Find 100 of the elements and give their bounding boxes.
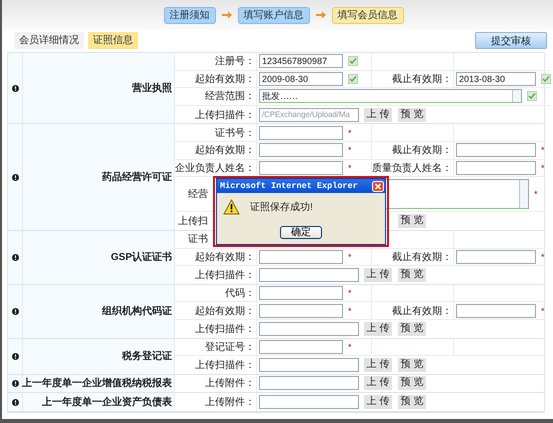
- input-field[interactable]: [259, 250, 343, 264]
- required-mark: *: [348, 288, 352, 298]
- upload-button[interactable]: 上 传: [364, 108, 392, 122]
- section-title: 组织机构代码证: [102, 304, 172, 318]
- check-icon: [348, 56, 358, 66]
- info-icon: [12, 380, 18, 387]
- input-field[interactable]: 2013-08-30: [456, 72, 536, 86]
- input-field[interactable]: [259, 286, 343, 300]
- field-label: 代码：: [225, 287, 255, 300]
- field-label: 截止有效期：: [392, 72, 452, 86]
- input-field[interactable]: [259, 268, 359, 282]
- upload-button[interactable]: 预 览: [398, 376, 426, 390]
- upload-button[interactable]: 预 览: [398, 395, 426, 410]
- input-field[interactable]: [259, 143, 343, 158]
- dialog-title: Microsoft Internet Explorer: [220, 181, 358, 191]
- section-title: 上一年度单一企业增值税纳税报表: [22, 376, 172, 390]
- close-icon[interactable]: [372, 180, 384, 192]
- field-label: 上传扫描件：: [195, 268, 255, 282]
- required-mark: *: [534, 189, 538, 200]
- input-field[interactable]: [456, 143, 536, 158]
- field-label: 注册号：: [215, 54, 255, 68]
- required-mark: *: [541, 306, 545, 316]
- input-field[interactable]: [456, 304, 536, 318]
- field-label: 起始有效期：: [195, 304, 255, 318]
- input-field[interactable]: 1234567890987: [259, 54, 343, 68]
- ok-button[interactable]: 确定: [280, 226, 322, 238]
- field-label: 企业负责人姓名：: [175, 162, 255, 175]
- arrow-icon: [222, 11, 232, 19]
- check-icon: [527, 91, 537, 102]
- field-label: 证书: [188, 232, 208, 246]
- input-field[interactable]: [259, 160, 343, 175]
- required-mark: *: [541, 162, 545, 173]
- upload-button[interactable]: 上 传: [364, 268, 392, 282]
- check-icon: [541, 74, 551, 84]
- tab[interactable]: 证照信息: [88, 32, 138, 48]
- upload-button[interactable]: 预 览: [398, 358, 426, 372]
- field-label: 起始有效期：: [195, 250, 255, 264]
- field-label: 经营: [188, 188, 208, 202]
- upload-button[interactable]: 预 览: [398, 322, 426, 336]
- field-label: 证书号：: [215, 126, 255, 140]
- input-field[interactable]: [259, 304, 343, 318]
- dialog-message: 证照保存成功!: [250, 200, 313, 214]
- upload-button[interactable]: 上 传: [364, 376, 392, 390]
- tab[interactable]: 会员详细情况: [14, 32, 84, 48]
- upload-button[interactable]: 上 传: [364, 395, 392, 410]
- warning-icon: [223, 198, 240, 214]
- required-mark: *: [348, 252, 352, 262]
- info-icon: [12, 352, 18, 360]
- info-icon: [12, 398, 18, 406]
- section-title: 营业执照: [132, 82, 172, 96]
- upload-button[interactable]: 预 览: [398, 108, 426, 122]
- submit-button[interactable]: 提交审核: [475, 32, 547, 48]
- field-label: 上传附件：: [205, 396, 255, 410]
- section-title: 上一年度单一企业资产负债表: [42, 395, 172, 410]
- field-label: 上传附件：: [205, 376, 255, 390]
- scrollbar[interactable]: [512, 90, 521, 102]
- field-label: 质量负责人姓名：: [372, 162, 452, 175]
- text-area[interactable]: 批发……: [259, 89, 522, 104]
- input-field[interactable]: [259, 126, 343, 140]
- required-mark: *: [348, 162, 352, 173]
- field-label: 上传扫: [178, 214, 208, 228]
- input-field[interactable]: 2009-08-30: [259, 72, 343, 86]
- required-mark: *: [541, 145, 545, 156]
- section-title: 药品经营许可证: [102, 170, 172, 184]
- field-label: 起始有效期：: [195, 144, 255, 158]
- field-label: 经营范围：: [205, 90, 255, 104]
- section-title: 税务登记证: [122, 350, 172, 364]
- input-field[interactable]: [456, 160, 536, 175]
- input-field[interactable]: [456, 250, 536, 264]
- step-label: 注册须知: [164, 6, 216, 24]
- section-title: GSP认证证书: [110, 250, 172, 264]
- required-mark: *: [348, 306, 352, 316]
- scrollbar[interactable]: [519, 180, 528, 208]
- input-field[interactable]: [259, 376, 359, 390]
- field-label: 截止有效期：: [392, 304, 452, 318]
- field-label: 截止有效期：: [392, 144, 452, 158]
- input-field[interactable]: [259, 395, 359, 410]
- step-label: 填写会员信息: [332, 6, 404, 24]
- upload-button[interactable]: 预 览: [398, 214, 426, 228]
- arrow-icon: [316, 11, 326, 19]
- field-label: 登记证号：: [205, 340, 255, 354]
- required-mark: *: [348, 128, 352, 138]
- info-icon: [12, 84, 18, 92]
- input-field[interactable]: [259, 340, 343, 354]
- input-field[interactable]: [259, 358, 359, 372]
- upload-button[interactable]: 预 览: [398, 268, 426, 282]
- field-label: 上传扫描件：: [195, 322, 255, 336]
- required-mark: *: [541, 252, 545, 262]
- field-label: 截止有效期：: [392, 250, 452, 264]
- step-label: 填写账户信息: [238, 6, 310, 24]
- upload-button[interactable]: 上 传: [364, 358, 392, 372]
- check-icon: [348, 74, 358, 84]
- upload-button[interactable]: 上 传: [364, 322, 392, 336]
- info-icon: [12, 254, 18, 261]
- info-icon: [12, 174, 18, 181]
- field-label: 上传扫描件：: [195, 108, 255, 122]
- info-icon: [12, 308, 18, 315]
- required-mark: *: [348, 342, 352, 352]
- field-label: 上传扫描件：: [195, 358, 255, 372]
- input-field[interactable]: [259, 322, 359, 336]
